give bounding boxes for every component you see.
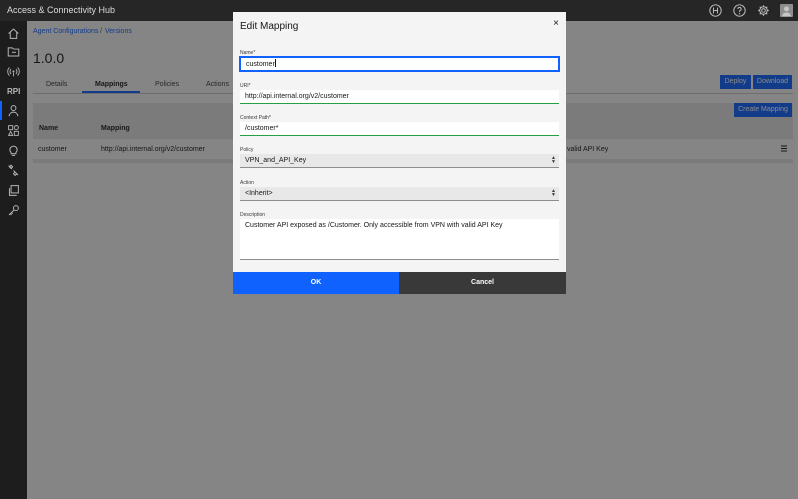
policy-value: VPN_and_API_Key: [245, 157, 307, 164]
agent-icon[interactable]: [0, 101, 20, 120]
key-icon[interactable]: [7, 204, 20, 217]
name-label: Name*: [240, 50, 256, 56]
radio-icon[interactable]: [7, 65, 20, 78]
ok-button[interactable]: OK: [233, 272, 399, 294]
name-input[interactable]: customer: [239, 56, 560, 72]
uri-label: URI*: [240, 83, 251, 89]
cancel-button[interactable]: Cancel: [399, 272, 566, 294]
action-value: <Inherit>: [245, 190, 273, 197]
modal-title: Edit Mapping: [240, 21, 299, 32]
hub-logo-icon[interactable]: [709, 4, 722, 17]
select-arrows-icon: ▲ ▼: [551, 155, 556, 165]
gear-icon[interactable]: [757, 4, 770, 17]
description-textarea[interactable]: Customer API exposed as /Customer. Only …: [240, 219, 559, 260]
context-path-input[interactable]: /customer*: [240, 122, 559, 136]
api-icon[interactable]: RPI: [7, 85, 20, 98]
sidebar: RPI: [0, 21, 27, 499]
copy-icon[interactable]: [7, 184, 20, 197]
edit-mapping-modal: Edit Mapping × Name* customer URI* http:…: [233, 12, 566, 294]
folder-icon[interactable]: [7, 45, 20, 58]
action-select[interactable]: <Inherit> ▲ ▼: [240, 187, 559, 201]
apps-icon[interactable]: [7, 124, 20, 137]
home-icon[interactable]: [7, 27, 20, 40]
policy-label: Policy: [240, 147, 254, 153]
close-icon[interactable]: ×: [551, 19, 561, 29]
wrench-icon[interactable]: [7, 164, 20, 177]
uri-input[interactable]: http://api.internal.org/v2/customer: [240, 90, 559, 104]
description-label: Description: [240, 212, 266, 218]
app-title: Access & Connectivity Hub: [7, 5, 116, 15]
lightbulb-icon[interactable]: [7, 144, 20, 157]
text-caret: [274, 59, 276, 67]
name-value: customer: [246, 61, 275, 68]
context-path-label: Context Path*: [240, 115, 271, 121]
user-avatar[interactable]: [780, 4, 793, 17]
action-label: Action: [240, 180, 254, 186]
help-icon[interactable]: [733, 4, 746, 17]
select-arrows-icon: ▲ ▼: [551, 188, 556, 198]
policy-select[interactable]: VPN_and_API_Key ▲ ▼: [240, 154, 559, 168]
